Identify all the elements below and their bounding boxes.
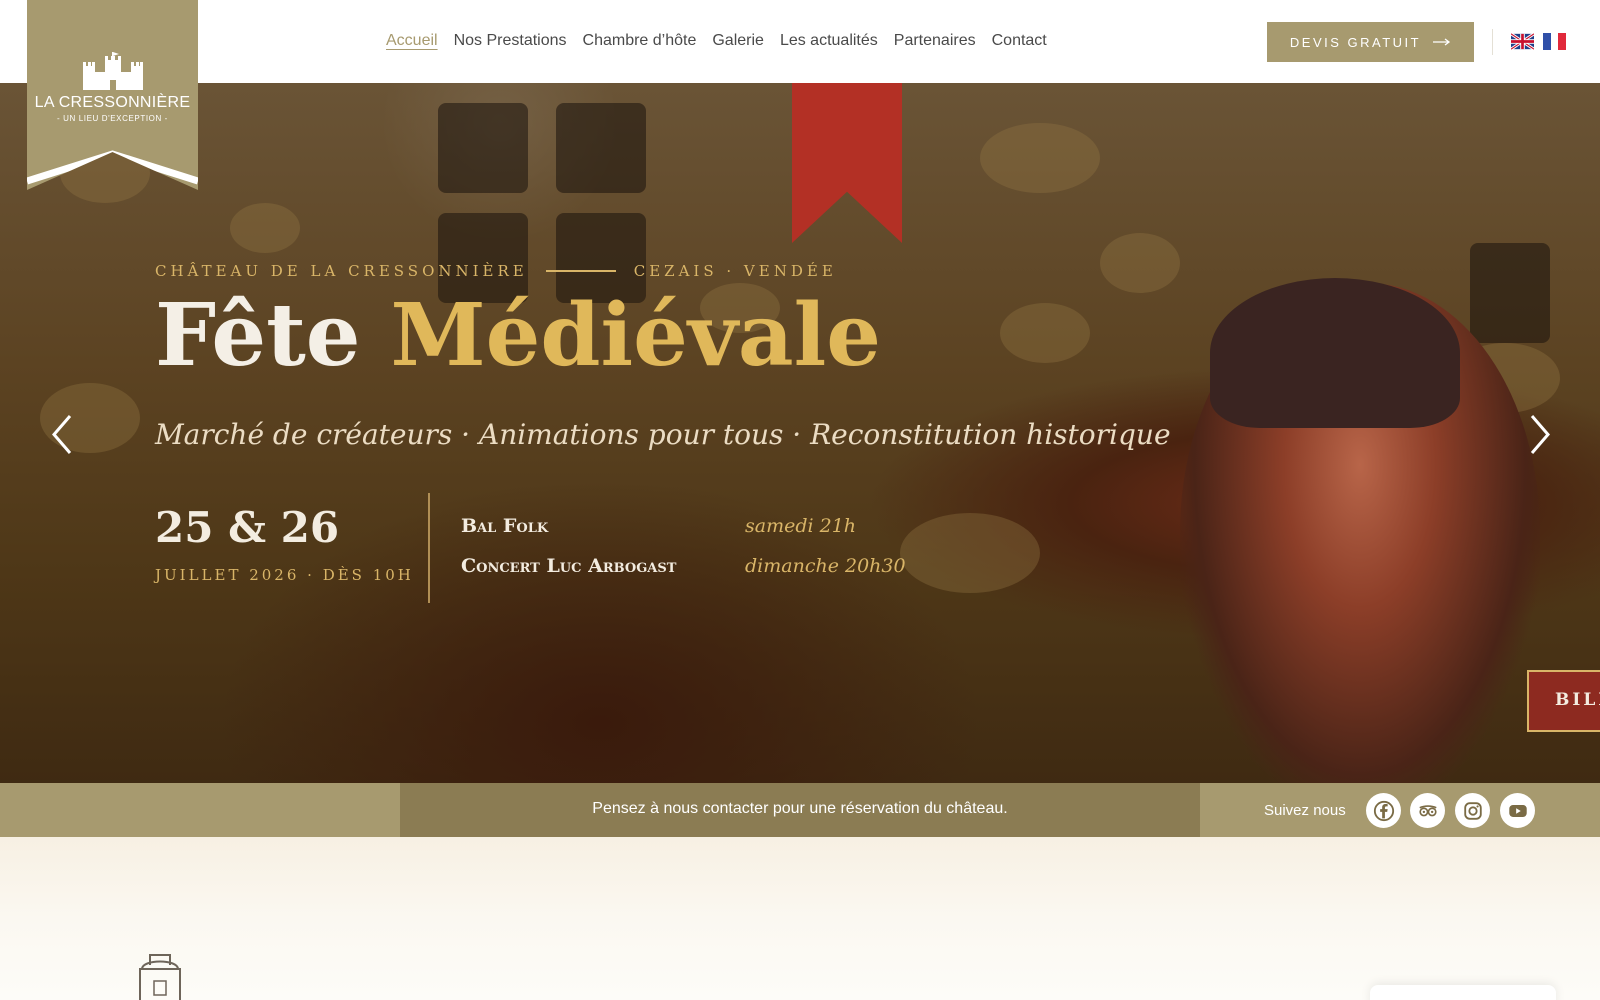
fr-flag-icon[interactable] <box>1543 33 1567 50</box>
hero-kicker-left: CHÂTEAU DE LA CRESSONNIÈRE <box>155 262 528 280</box>
nav-chambre-hote[interactable]: Chambre d’hôte <box>583 32 697 50</box>
devis-gratuit-label: DEVIS GRATUIT <box>1289 34 1422 50</box>
castle-sketch-image <box>139 954 181 1000</box>
follow-label: Suivez nous <box>1264 802 1346 819</box>
billetterie-button[interactable]: BILL <box>1527 670 1600 732</box>
nav-prestations[interactable]: Nos Prestations <box>454 32 567 50</box>
event-time-concert: dimanche 20h30 <box>745 555 906 577</box>
nav-partenaires[interactable]: Partenaires <box>894 32 976 50</box>
castle-icon <box>83 52 143 90</box>
facebook-icon <box>1373 800 1394 821</box>
nav-actualites[interactable]: Les actualités <box>780 32 878 50</box>
hero-date: 25 & 26 <box>155 503 340 552</box>
slider-next-icon[interactable] <box>1524 412 1554 457</box>
nav-contact[interactable]: Contact <box>992 32 1047 50</box>
hero-hat-image <box>1210 278 1460 428</box>
tripadvisor-link[interactable] <box>1410 793 1445 828</box>
youtube-icon <box>1508 804 1527 817</box>
hero-subtitle: Marché de créateurs · Animations pour to… <box>155 418 1171 451</box>
devis-gratuit-button[interactable]: DEVIS GRATUIT <box>1267 22 1474 62</box>
instagram-icon <box>1463 801 1482 820</box>
hero-title-part2: Médiévale <box>390 285 881 386</box>
kicker-divider <box>545 270 616 272</box>
tripadvisor-icon <box>1418 804 1437 816</box>
slider-prev-icon[interactable] <box>48 412 78 457</box>
hero-kicker: CHÂTEAU DE LA CRESSONNIÈRE CEZAIS · VEND… <box>155 262 837 280</box>
uk-flag-icon[interactable] <box>1511 33 1534 50</box>
hero-date-sub: JUILLET 2026 · DÈS 10H <box>155 566 414 584</box>
facebook-link[interactable] <box>1366 793 1401 828</box>
nav-galerie[interactable]: Galerie <box>712 32 764 50</box>
page-content-area <box>0 837 1600 1000</box>
info-bar: Pensez à nous contacter pour une réserva… <box>0 783 1600 837</box>
arrow-right-icon <box>1433 38 1451 46</box>
floating-card <box>1370 985 1556 1000</box>
header-divider <box>1492 29 1493 55</box>
event-time-bal-folk: samedi 21h <box>745 515 857 537</box>
nav-accueil[interactable]: Accueil <box>386 32 438 50</box>
event-name-concert: Concert Luc Arbogast <box>461 555 677 577</box>
site-header: Accueil Nos Prestations Chambre d’hôte G… <box>0 0 1600 83</box>
hero-kicker-right: CEZAIS · VENDÉE <box>633 262 837 280</box>
hero-divider <box>428 493 430 603</box>
hero-title-part1: Fête <box>155 285 361 386</box>
youtube-link[interactable] <box>1500 793 1535 828</box>
logo-tagline: - UN LIEU D'EXCEPTION - <box>57 114 168 123</box>
instagram-link[interactable] <box>1455 793 1490 828</box>
red-pennant <box>792 83 902 243</box>
event-name-bal-folk: Bal Folk <box>461 515 549 537</box>
logo-name: LA CRESSONNIÈRE <box>34 94 191 111</box>
main-nav: Accueil Nos Prestations Chambre d’hôte G… <box>386 32 1047 50</box>
hero-slider: CHÂTEAU DE LA CRESSONNIÈRE CEZAIS · VEND… <box>0 83 1600 783</box>
hero-title: Fête Médiévale <box>155 285 881 386</box>
info-bar-message: Pensez à nous contacter pour une réserva… <box>592 800 1008 817</box>
